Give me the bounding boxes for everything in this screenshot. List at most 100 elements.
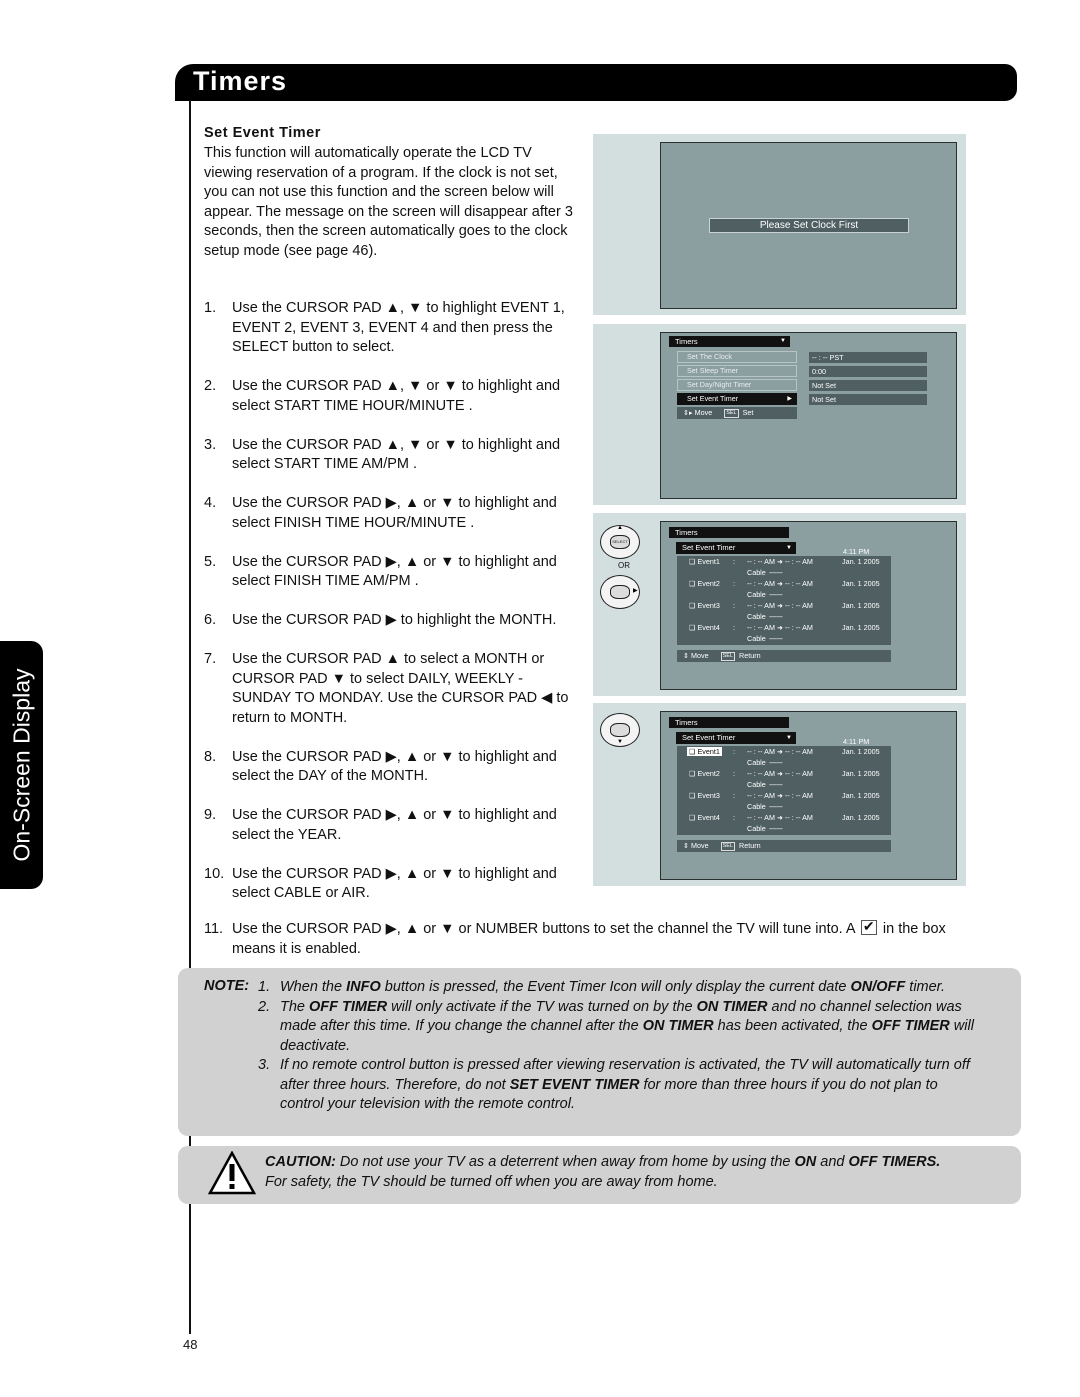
event-name[interactable]: ❑ Event2 <box>687 579 722 588</box>
event-source[interactable]: Cable <box>747 758 766 767</box>
tv-screen: Please Set Clock First <box>660 142 957 309</box>
help-action-label: Return <box>739 651 761 660</box>
separator: : <box>733 769 735 778</box>
move-icon: ⇕ <box>683 651 690 660</box>
event-channel[interactable]: ------- <box>769 758 783 767</box>
note-list: 1. When the INFO button is pressed, the E… <box>258 978 978 1115</box>
event-name[interactable]: ❑ Event3 <box>687 791 722 800</box>
event-name[interactable]: ❑ Event2 <box>687 769 722 778</box>
event-row[interactable]: ❑ Event4: -- : -- AM ➜ -- : -- AM Jan. 1 2… <box>677 812 891 834</box>
event-source[interactable]: Cable <box>747 824 766 833</box>
note-number: 3. <box>258 1057 271 1073</box>
step-text: Use the CURSOR PAD ▶, ▲ or ▼ to highligh… <box>232 865 557 902</box>
menu-item-set-sleep-timer[interactable]: Set Sleep Timer <box>677 365 797 377</box>
event-time-range[interactable]: -- : -- AM ➜ -- : -- AM <box>747 791 813 800</box>
help-bar: ⇕ Move SEL Return <box>677 840 891 852</box>
step-item: 7. Use the CURSOR PAD ▲ to select a MONTH… <box>204 650 584 728</box>
event-row[interactable]: ❑ Event3: -- : -- AM ➜ -- : -- AM Jan. 1 2… <box>677 600 891 622</box>
menu-item-value: -- : -- PST <box>809 352 927 363</box>
step-text: Use the CURSOR PAD ▶, ▲ or ▼ to highligh… <box>232 495 557 531</box>
event-time-range[interactable]: -- : -- AM ➜ -- : -- AM <box>747 601 813 610</box>
menu-item-label: Set The Clock <box>687 352 733 361</box>
note-item: 3. If no remote control button is pressed… <box>258 1057 970 1112</box>
event-channel[interactable]: ------- <box>769 824 783 833</box>
event-row[interactable]: ❑ Event3: -- : -- AM ➜ -- : -- AM Jan. 1 2… <box>677 790 891 812</box>
page-title-bar: Timers <box>175 64 1017 101</box>
event-source[interactable]: Cable <box>747 780 766 789</box>
event-date[interactable]: Jan. 1 2005 <box>842 747 880 756</box>
event-date[interactable]: Jan. 1 2005 <box>842 791 880 800</box>
checked-box-icon <box>860 917 877 937</box>
step-number: 3. <box>204 436 217 453</box>
event-date[interactable]: Jan. 1 2005 <box>842 601 880 610</box>
step-text: Use the CURSOR PAD ▲, ▼ or ▼ to highligh… <box>232 436 561 473</box>
help-action-label: Set <box>742 408 754 417</box>
or-label: OR <box>618 561 630 570</box>
event-row[interactable]: ❑ Event1: -- : -- AM ➜ -- : -- AM Jan. 1 2… <box>677 746 891 768</box>
menu-item-set-the-clock[interactable]: Set The Clock <box>677 351 797 363</box>
event-source[interactable]: Cable <box>747 612 766 621</box>
event-name[interactable]: ❑ Event3 <box>687 601 722 610</box>
note-number: 1. <box>258 979 271 995</box>
event-channel[interactable]: ------- <box>769 590 783 599</box>
event-source[interactable]: Cable <box>747 802 766 811</box>
event-date[interactable]: Jan. 1 2005 <box>842 579 880 588</box>
step-number: 11. <box>204 921 224 937</box>
event-channel[interactable]: ------- <box>769 802 783 811</box>
event-source[interactable]: Cable <box>747 590 766 599</box>
event-name[interactable]: ❑ Event1 <box>687 747 722 756</box>
event-name[interactable]: ❑ Event1 <box>687 557 722 566</box>
event-row[interactable]: ❑ Event4: -- : -- AM ➜ -- : -- AM Jan. 1 2… <box>677 622 891 644</box>
dropdown-arrow-icon: ▼ <box>786 545 792 551</box>
event-row[interactable]: ❑ Event1: -- : -- AM ➜ -- : -- AM Jan. 1 2… <box>677 556 891 578</box>
step-text: Use the CURSOR PAD ▶, ▲ or ▼ or NUMBER b… <box>232 921 855 937</box>
event-source[interactable]: Cable <box>747 568 766 577</box>
event-time-range[interactable]: -- : -- AM ➜ -- : -- AM <box>747 623 813 632</box>
screenshot-event-timer: ▲ SELECT OR ▶ Timers Set Event Timer ▼ 4… <box>593 513 966 696</box>
event-time-range[interactable]: -- : -- AM ➜ -- : -- AM <box>747 813 813 822</box>
menu-item-value: Not Set <box>809 394 927 405</box>
event-time-range[interactable]: -- : -- AM ➜ -- : -- AM <box>747 769 813 778</box>
event-source[interactable]: Cable <box>747 634 766 643</box>
menu-title: Timers <box>669 527 789 538</box>
step-number: 7. <box>204 651 217 667</box>
submenu-title: Set Event Timer ▼ <box>676 732 796 744</box>
side-tab-label: On-Screen Display <box>8 668 34 862</box>
separator: : <box>733 747 735 756</box>
step-item: 2. Use the CURSOR PAD ▲, ▼ or ▼ to highli… <box>204 377 584 416</box>
event-name[interactable]: ❑ Event4 <box>687 813 722 822</box>
event-date[interactable]: Jan. 1 2005 <box>842 623 880 632</box>
help-bar: ⇕ Move SEL Return <box>677 650 891 662</box>
step-item: 8. Use the CURSOR PAD ▶, ▲ or ▼ to highli… <box>204 748 584 787</box>
event-name[interactable]: ❑ Event4 <box>687 623 722 632</box>
event-channel[interactable]: ------- <box>769 634 783 643</box>
separator: : <box>733 813 735 822</box>
caution-text: CAUTION: Do not use your TV as a deterre… <box>265 1154 941 1190</box>
event-row[interactable]: ❑ Event2: -- : -- AM ➜ -- : -- AM Jan. 1 2… <box>677 768 891 790</box>
cursor-pad-select-icon: ▲ SELECT <box>600 525 640 559</box>
tv-screen: Timers ▼ Set The Clock -- : -- PST Set Sle… <box>660 332 957 499</box>
event-time-range[interactable]: -- : -- AM ➜ -- : -- AM <box>747 557 813 566</box>
step-item: 1. Use the CURSOR PAD ▲, ▼ to highlight E… <box>204 299 584 358</box>
tv-screen: Timers Set Event Timer ▼ 4:11 PM ❑ Event… <box>660 711 957 880</box>
event-date[interactable]: Jan. 1 2005 <box>842 557 880 566</box>
event-time-range[interactable]: -- : -- AM ➜ -- : -- AM <box>747 579 813 588</box>
help-move-label: Move <box>691 841 709 850</box>
menu-item-set-event-timer[interactable]: Set Event Timer ▶ <box>677 393 797 405</box>
event-channel[interactable]: ------- <box>769 612 783 621</box>
event-date[interactable]: Jan. 1 2005 <box>842 769 880 778</box>
tv-screen: Timers Set Event Timer ▼ 4:11 PM ❑ Event… <box>660 521 957 690</box>
steps-list: 1. Use the CURSOR PAD ▲, ▼ to highlight E… <box>204 299 584 923</box>
event-channel[interactable]: ------- <box>769 568 783 577</box>
menu-item-set-day-night-timer[interactable]: Set Day/Night Timer <box>677 379 797 391</box>
event-row[interactable]: ❑ Event2: -- : -- AM ➜ -- : -- AM Jan. 1 2… <box>677 578 891 600</box>
dropdown-arrow-icon: ▼ <box>780 338 786 344</box>
submenu-title-label: Set Event Timer <box>682 543 736 552</box>
step-number: 8. <box>204 748 217 765</box>
event-time-range[interactable]: -- : -- AM ➜ -- : -- AM <box>747 747 813 756</box>
step-item: 4. Use the CURSOR PAD ▶, ▲ or ▼ to highli… <box>204 494 584 533</box>
event-channel[interactable]: ------- <box>769 780 783 789</box>
event-date[interactable]: Jan. 1 2005 <box>842 813 880 822</box>
intro-paragraph: This function will automatically operate… <box>204 145 573 259</box>
step-number: 10. <box>204 865 225 882</box>
